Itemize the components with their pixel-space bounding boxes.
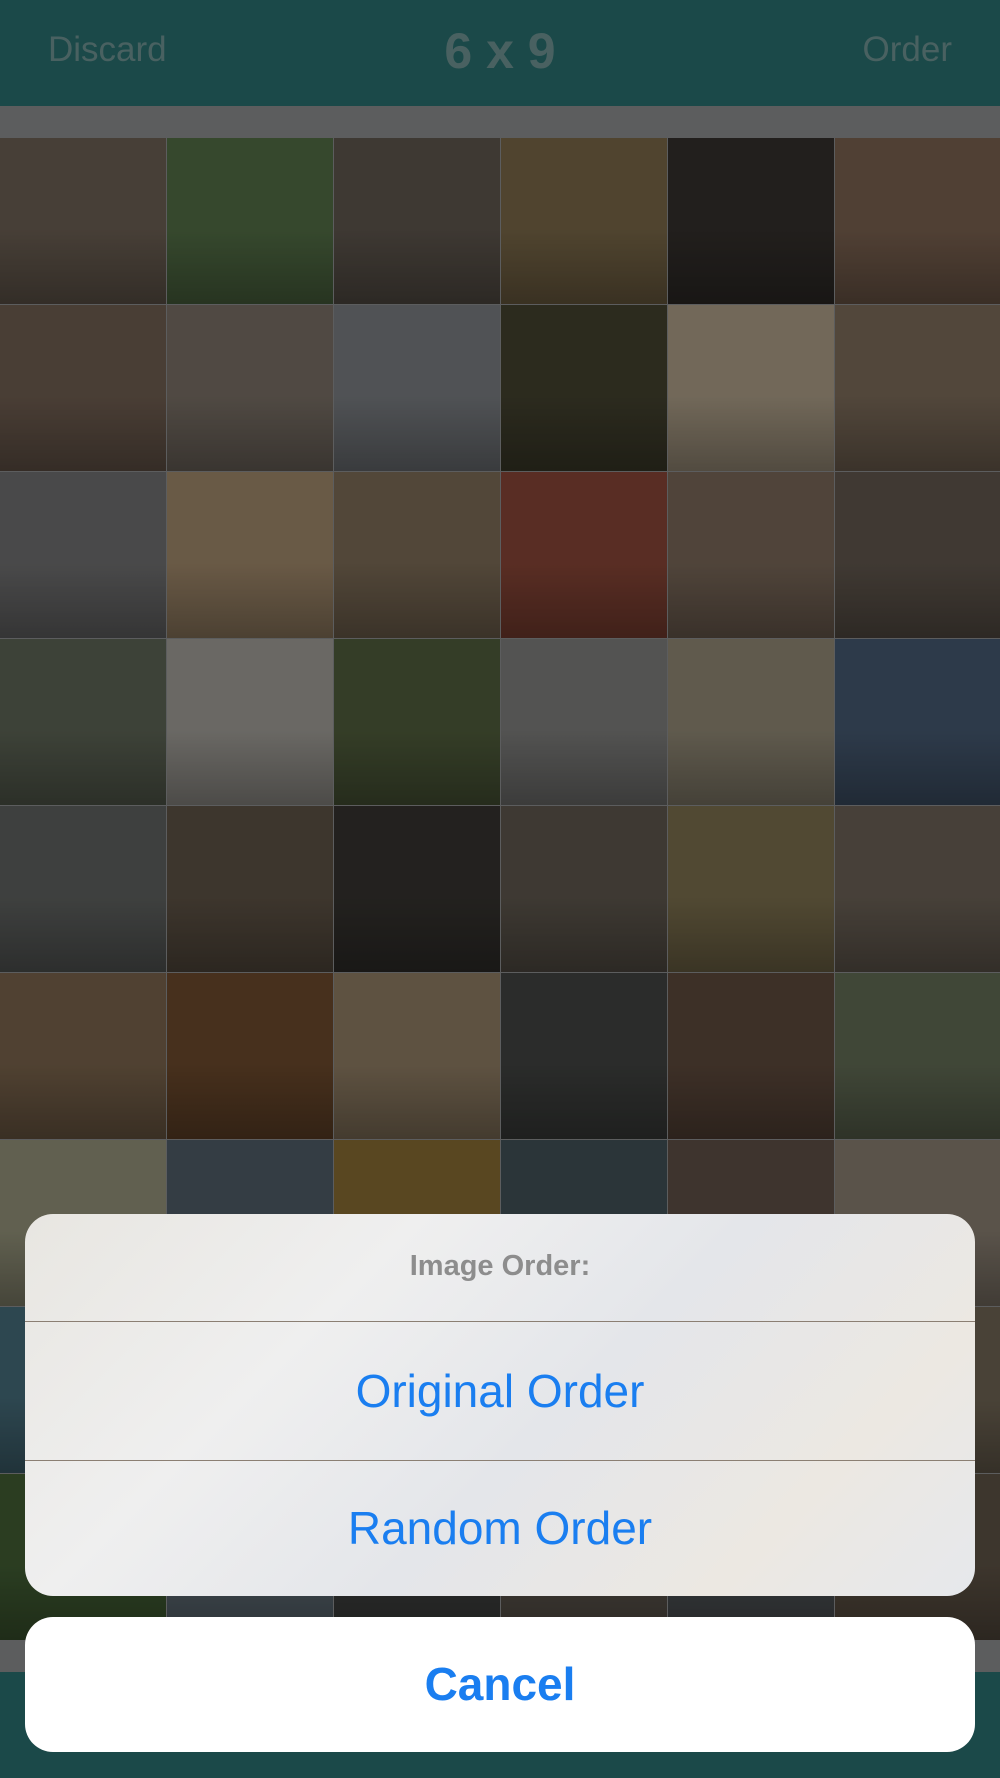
action-sheet-title: Image Order: (409, 1250, 591, 1282)
cancel-button[interactable]: Cancel (25, 1617, 975, 1752)
original-order-button[interactable]: Original Order (25, 1322, 975, 1460)
random-order-button[interactable]: Random Order (25, 1461, 975, 1596)
image-order-action-sheet: Image Order: Original Order Random Order (25, 1214, 975, 1596)
